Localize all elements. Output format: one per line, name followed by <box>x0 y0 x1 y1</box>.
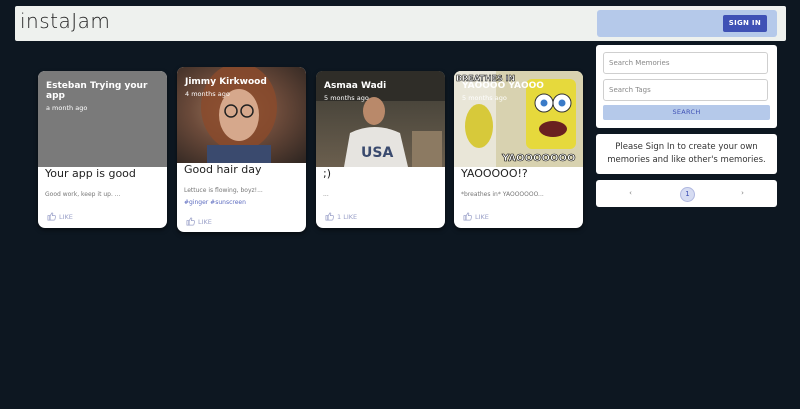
svg-text:YAOOOOOOO: YAOOOOOOO <box>501 153 576 164</box>
search-tags-input[interactable]: Search Tags <box>603 79 768 101</box>
memory-author: Esteban Trying your app <box>46 81 148 101</box>
thumb-up-icon <box>186 217 195 226</box>
like-label: LIKE <box>59 212 73 221</box>
pagination: ‹ 1 › <box>596 180 777 207</box>
like-button[interactable]: LIKE <box>186 217 212 226</box>
app-title[interactable]: instaJam <box>20 9 110 33</box>
thumb-up-icon <box>47 212 56 221</box>
memory-message: *breathes in* YAOOOOOO... <box>461 191 544 198</box>
memory-title: ;) <box>323 167 331 180</box>
memory-time: 5 months ago <box>324 94 369 102</box>
app-bar: instaJam SIGN IN <box>15 6 786 41</box>
memory-overlay: Asmaa Wadi 5 months ago <box>324 81 386 102</box>
memory-title: Good hair day <box>184 163 262 176</box>
memory-author: Jimmy Kirkwood <box>185 77 267 87</box>
search-memories-input[interactable]: Search Memories <box>603 52 768 74</box>
page-1-button[interactable]: 1 <box>680 187 695 202</box>
memory-author: YAOOOO YAOOO <box>462 81 544 91</box>
memory-message: Good work, keep it up. ... <box>45 191 121 198</box>
memory-message: Lettuce is flowing, boyz!... <box>184 187 263 194</box>
auth-box: SIGN IN <box>597 10 777 37</box>
memory-overlay: Jimmy Kirkwood 4 months ago <box>185 77 267 98</box>
memory-message: ... <box>323 191 329 198</box>
search-panel: Search Memories Search Tags SEARCH <box>596 45 777 128</box>
like-button[interactable]: LIKE <box>463 212 489 221</box>
signin-prompt-panel: Please Sign In to create your own memori… <box>596 134 777 174</box>
memory-overlay: YAOOOO YAOOO 5 months ago <box>462 81 544 102</box>
like-button[interactable]: 1 LIKE <box>325 212 357 221</box>
memory-overlay: Esteban Trying your app a month ago <box>46 81 167 112</box>
like-label: 1 LIKE <box>337 212 358 221</box>
memory-title: YAOOOOO!? <box>461 167 528 180</box>
search-button[interactable]: SEARCH <box>603 105 770 120</box>
memory-card[interactable]: YAOOOOOOO BREATHES IN YAOOOO YAOOO 5 mon… <box>454 71 583 228</box>
memory-tags[interactable]: #ginger #sunscreen <box>184 199 246 206</box>
memory-card[interactable]: Jimmy Kirkwood 4 months ago Good hair da… <box>177 67 306 232</box>
prev-page-button[interactable]: ‹ <box>624 187 637 200</box>
like-button[interactable]: LIKE <box>47 212 73 221</box>
memory-time: a month ago <box>46 104 88 112</box>
like-label: LIKE <box>475 212 489 221</box>
svg-text:USA: USA <box>361 145 393 161</box>
memory-title: Your app is good <box>45 167 136 180</box>
memory-time: 5 months ago <box>462 94 507 102</box>
thumb-up-icon <box>325 212 334 221</box>
next-page-button[interactable]: › <box>736 187 749 200</box>
memory-author: Asmaa Wadi <box>324 81 387 91</box>
memory-card[interactable]: Esteban Trying your app a month ago Your… <box>38 71 167 228</box>
memory-card[interactable]: USA Asmaa Wadi 5 months ago ;) ... 1 LIK… <box>316 71 445 228</box>
memory-time: 4 months ago <box>185 90 230 98</box>
like-label: LIKE <box>198 217 212 226</box>
signin-prompt-text: Please Sign In to create your own memori… <box>607 142 766 165</box>
thumb-up-icon <box>463 212 472 221</box>
sign-in-button[interactable]: SIGN IN <box>722 15 767 32</box>
